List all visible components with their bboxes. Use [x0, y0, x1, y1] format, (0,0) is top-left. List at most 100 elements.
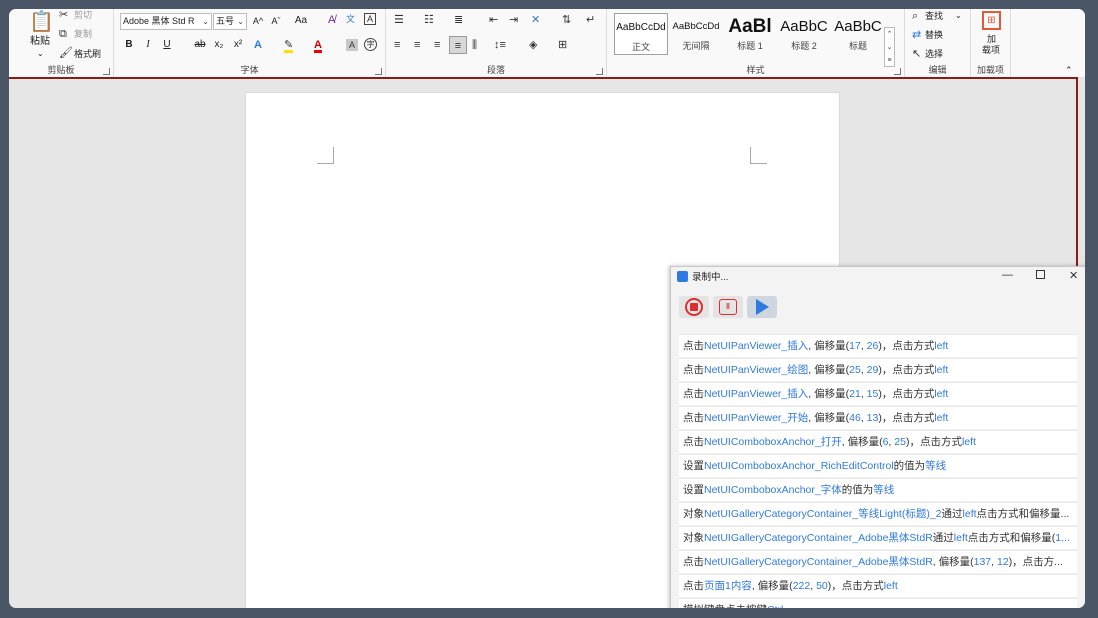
stop-button[interactable] — [679, 296, 709, 318]
style-heading-1[interactable]: AaBl 标题 1 — [723, 13, 777, 55]
change-case-button[interactable]: Aa — [291, 14, 311, 28]
style-title[interactable]: AaBbC 标题 — [831, 13, 885, 55]
step-text: , 偏移量( — [808, 412, 850, 424]
addins-line2[interactable]: 载项 — [982, 44, 1000, 56]
close-icon[interactable]: ✕ — [1069, 269, 1078, 282]
clear-format-icon[interactable]: A̸ — [328, 14, 335, 26]
recorded-step-row[interactable]: 点击NetUIComboboxAnchor_打开, 偏移量(6, 25)，点击方… — [679, 430, 1077, 453]
underline-button[interactable]: U — [160, 38, 174, 52]
step-text: , 偏移量( — [808, 340, 850, 352]
italic-button[interactable]: I — [141, 38, 155, 52]
font-launcher-icon[interactable] — [375, 68, 382, 75]
phonetic-guide-icon[interactable]: 文 — [346, 13, 355, 25]
chinese-layout-icon[interactable]: ✕ — [531, 14, 540, 26]
style-normal[interactable]: AaBbCcDd 正文 — [614, 13, 668, 55]
step-text: 点击 — [683, 556, 704, 568]
maximize-icon[interactable] — [1036, 270, 1045, 279]
step-text: 点击方式和偏移量( — [967, 532, 1056, 544]
corner-mark-left — [317, 147, 334, 164]
font-color-icon[interactable]: A — [314, 39, 322, 53]
collapse-ribbon-icon[interactable]: ⌃ — [1065, 64, 1073, 76]
select-button[interactable]: 选择 — [925, 48, 943, 60]
numbering-icon[interactable]: ☷ — [424, 14, 434, 26]
line-spacing-icon[interactable]: ↕≡ — [494, 39, 506, 51]
recorded-step-row[interactable]: 设置NetUIComboboxAnchor_RichEditControl的值为… — [679, 454, 1077, 477]
chevron-down-icon: ⌄ — [202, 17, 209, 26]
show-marks-icon[interactable]: ↵ — [586, 14, 595, 26]
clipboard-launcher-icon[interactable] — [103, 68, 110, 75]
paste-button[interactable]: 粘贴 — [30, 36, 50, 48]
justify-icon[interactable]: ≡ — [449, 36, 467, 54]
grow-font-button[interactable]: A^ — [251, 14, 265, 28]
styles-group: AaBbCcDd 正文 AaBbCcDd 无间隔 AaBl 标题 1 AaBbC… — [607, 9, 905, 78]
pause-button[interactable]: ‖ — [713, 296, 743, 318]
chevron-down-icon: ⌄ — [237, 17, 244, 26]
styles-launcher-icon[interactable] — [894, 68, 901, 75]
font-name-combo[interactable]: Adobe 黑体 Std R ⌄ — [120, 13, 212, 30]
recorded-step-row[interactable]: 点击NetUIGalleryCategoryContainer_Adobe黑体S… — [679, 550, 1077, 573]
subscript-button[interactable]: x₂ — [212, 38, 226, 52]
style-preview: AaBl — [728, 16, 772, 37]
step-text: 通过 — [941, 508, 963, 520]
clipboard-label: 剪贴板 — [47, 65, 75, 75]
step-highlight-text: 等线 — [873, 484, 895, 496]
record-highlight-top — [9, 77, 1078, 79]
paragraph-launcher-icon[interactable] — [596, 68, 603, 75]
copy-button[interactable]: 复制 — [74, 28, 92, 40]
step-highlight-text: 26 — [866, 340, 879, 352]
paste-dropdown-icon[interactable]: ⌄ — [37, 48, 44, 60]
style-no-spacing[interactable]: AaBbCcDd 无间隔 — [669, 13, 723, 55]
borders-icon[interactable]: ⊞ — [558, 39, 567, 51]
shading-icon[interactable]: ◈ — [529, 39, 537, 51]
sort-icon[interactable]: ⇅ — [562, 14, 571, 26]
step-text: , 偏移量( — [751, 580, 793, 592]
bullets-icon[interactable]: ☰ — [394, 14, 404, 26]
replace-button[interactable]: 替换 — [925, 29, 943, 41]
align-center-icon[interactable]: ≡ — [414, 39, 420, 51]
recorded-step-row[interactable]: 点击页面1内容, 偏移量(222, 50)，点击方式left — [679, 574, 1077, 597]
step-highlight-text: NetUIPanViewer_开始 — [704, 412, 809, 424]
style-heading-2[interactable]: AaBbC 标题 2 — [777, 13, 831, 55]
copy-icon: ⧉ — [59, 28, 67, 40]
addins-icon[interactable]: ⊞ — [982, 11, 1001, 30]
char-shading-icon[interactable]: A — [346, 39, 358, 51]
align-right-icon[interactable]: ≡ — [434, 39, 440, 51]
style-name: 正文 — [631, 42, 650, 52]
play-button[interactable] — [747, 296, 777, 318]
enclose-char-icon[interactable]: 字 — [364, 38, 377, 51]
increase-indent-icon[interactable]: ⇥ — [509, 14, 518, 26]
step-highlight-text: 页面1内容 — [704, 580, 752, 592]
char-border-icon[interactable]: A — [364, 13, 376, 25]
recorded-step-row[interactable]: 模拟键盘点击按键Ctrl — [679, 598, 1077, 608]
paste-icon[interactable]: 📋 — [29, 11, 54, 33]
step-text: )，点击方式 — [878, 412, 935, 424]
step-highlight-text: 25 — [894, 436, 906, 448]
find-button[interactable]: 查找 — [925, 10, 943, 22]
decrease-indent-icon[interactable]: ⇤ — [489, 14, 498, 26]
text-effects-icon[interactable]: A — [254, 39, 262, 51]
style-preview: AaBbC — [780, 18, 828, 35]
distribute-icon[interactable]: ⫼ — [472, 39, 477, 51]
styles-scroll[interactable]: ⌃ ⌄ ≡ — [884, 27, 895, 67]
recorded-step-row[interactable]: 点击NetUIPanViewer_开始, 偏移量(46, 13)，点击方式lef… — [679, 406, 1077, 429]
chevron-down-icon[interactable]: ⌄ — [955, 10, 962, 22]
shrink-font-button[interactable]: Aˇ — [269, 14, 283, 28]
recorded-step-row[interactable]: 点击NetUIPanViewer_插入, 偏移量(17, 26)，点击方式lef… — [679, 334, 1077, 357]
multilevel-list-icon[interactable]: ≣ — [454, 14, 463, 26]
recorded-step-row[interactable]: 设置NetUIComboboxAnchor_字体的值为等线 — [679, 478, 1077, 501]
highlight-icon[interactable]: ✎ — [284, 39, 294, 53]
recorder-app-icon — [677, 271, 688, 282]
format-painter-button[interactable]: 格式刷 — [74, 48, 101, 60]
cut-button[interactable]: 剪切 — [74, 9, 92, 21]
recorded-step-row[interactable]: 点击NetUIPanViewer_绘图, 偏移量(25, 29)，点击方式lef… — [679, 358, 1077, 381]
recorded-step-row[interactable]: 对象NetUIGalleryCategoryContainer_Adobe黑体S… — [679, 526, 1077, 549]
strikethrough-button[interactable]: ab — [191, 38, 209, 52]
superscript-button[interactable]: x² — [231, 38, 245, 52]
step-text: 点击 — [683, 580, 704, 592]
font-size-combo[interactable]: 五号 ⌄ — [213, 13, 247, 30]
align-left-icon[interactable]: ≡ — [394, 39, 400, 51]
minimize-icon[interactable]: — — [1002, 269, 1013, 281]
recorded-step-row[interactable]: 对象NetUIGalleryCategoryContainer_等线Light(… — [679, 502, 1077, 525]
recorded-step-row[interactable]: 点击NetUIPanViewer_插入, 偏移量(21, 15)，点击方式lef… — [679, 382, 1077, 405]
bold-button[interactable]: B — [122, 38, 136, 52]
